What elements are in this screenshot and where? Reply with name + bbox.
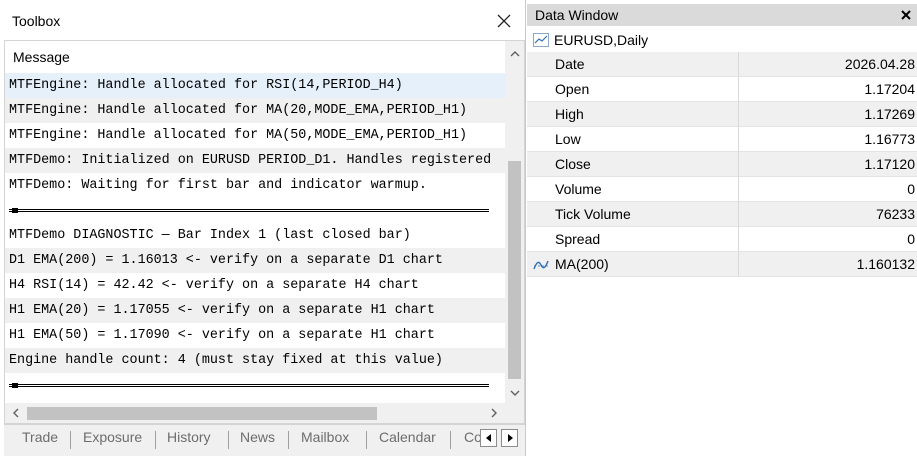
indicator-line-icon [533,258,549,274]
column-divider [738,152,739,177]
tab-exposure[interactable]: Exposure [83,429,142,445]
tab-trade[interactable]: Trade [22,429,58,445]
data-row-label: Date [555,56,585,72]
column-divider [738,127,739,152]
column-divider [738,202,739,227]
data-row-value: 2026.04.28 [844,56,915,72]
column-divider [738,77,739,102]
indicator-value: 1.160132 [856,256,915,272]
message-row[interactable]: H1 EMA(20) = 1.17055 <- verify on a sepa… [5,298,505,323]
messages-view: Message MTFEngine: Handle allocated for … [4,40,525,424]
data-row-label: Volume [555,181,602,197]
column-divider [738,252,739,277]
tab-divider [450,431,451,449]
toolbox-tab-bar: Trade Exposure History News Mailbox Cale… [4,424,525,456]
data-row[interactable]: Tick Volume 76233 [527,202,917,227]
column-divider [738,177,739,202]
message-row[interactable]: MTFDemo: Initialized on EURUSD PERIOD_D1… [5,148,505,173]
data-row[interactable]: Low 1.16773 [527,127,917,152]
tab-divider [288,431,289,449]
symbol-name: EURUSD,Daily [554,32,649,48]
data-row-label: Open [555,81,590,97]
message-row[interactable]: MTFEngine: Handle allocated for MA(20,MO… [5,98,505,123]
message-separator[interactable] [5,198,505,223]
scroll-left-arrow-icon[interactable] [7,403,25,423]
tab-scroll-right-icon[interactable] [501,429,518,447]
tab-calendar[interactable]: Calendar [379,429,436,445]
data-window-titlebar[interactable]: Data Window [527,4,917,26]
toolbox-panel: Toolbox Message MTFEngine: Handle alloca… [0,0,526,456]
scroll-up-arrow-icon[interactable] [505,45,524,63]
tab-scroll-left-icon[interactable] [480,429,497,447]
separator-marker [12,383,18,388]
data-window-panel: Data Window EURUSD,Daily Date 2026.04.28 O… [527,0,917,456]
data-row-label: Tick Volume [555,206,631,222]
tab-divider [155,431,156,449]
tab-divider [70,431,71,449]
message-row[interactable]: MTFEngine: Handle allocated for RSI(14,P… [5,73,505,98]
data-row-value: 1.17120 [864,156,915,172]
message-row[interactable]: MTFDemo DIAGNOSTIC — Bar Index 1 (last c… [5,223,505,248]
scrollbar-corner [505,403,524,423]
data-row[interactable]: High 1.17269 [527,102,917,127]
tab-news[interactable]: News [240,429,275,445]
column-divider [738,52,739,77]
separator-line [9,209,489,212]
data-row-label: High [555,106,584,122]
data-row-value: 0 [907,231,915,247]
data-row-value: 1.17269 [864,106,915,122]
message-row[interactable]: H1 EMA(50) = 1.17090 <- verify on a sepa… [5,323,505,348]
close-icon[interactable] [899,8,913,22]
column-divider [738,102,739,127]
symbol-row: EURUSD,Daily [527,28,917,52]
tab-history[interactable]: History [167,429,211,445]
data-window-title: Data Window [535,7,619,23]
tab-divider [366,431,367,449]
message-row[interactable]: MTFDemo: Waiting for first bar and indic… [5,173,505,198]
horizontal-scrollbar[interactable] [5,403,505,423]
data-row-value: 1.16773 [864,131,915,147]
data-row-value: 76233 [876,206,915,222]
data-window-table: Date 2026.04.28 Open 1.17204 High 1.17269 Low 1… [527,52,917,277]
data-row[interactable]: Close 1.17120 [527,152,917,177]
separator-line [9,384,489,387]
separator-marker [12,208,18,213]
indicator-label: MA(200) [555,256,609,272]
toolbox-title: Toolbox [12,13,61,29]
horizontal-scroll-thumb[interactable] [27,407,377,420]
data-row-label: Low [555,131,581,147]
indicator-row[interactable]: MA(200) 1.160132 [527,252,917,277]
tab-divider [228,431,229,449]
message-list: MTFEngine: Handle allocated for RSI(14,P… [5,73,505,403]
close-icon[interactable] [494,11,514,31]
message-row[interactable]: MTFEngine: Handle allocated for MA(50,MO… [5,123,505,148]
tab-mailbox[interactable]: Mailbox [301,429,349,445]
data-row-value: 1.17204 [864,81,915,97]
data-row[interactable]: Spread 0 [527,227,917,252]
message-row[interactable]: H4 RSI(14) = 42.42 <- verify on a separa… [5,273,505,298]
vertical-scrollbar[interactable] [505,41,524,403]
data-row-label: Close [555,156,591,172]
data-row-label: Spread [555,231,601,247]
vertical-scroll-thumb[interactable] [508,161,521,379]
message-column-header[interactable]: Message [5,41,505,73]
column-divider [738,227,739,252]
message-separator[interactable] [5,373,505,398]
scroll-right-arrow-icon[interactable] [485,403,503,423]
scroll-down-arrow-icon[interactable] [505,384,524,402]
data-row-value: 0 [907,181,915,197]
data-row[interactable]: Open 1.17204 [527,77,917,102]
data-row[interactable]: Date 2026.04.28 [527,52,917,77]
message-row[interactable]: Engine handle count: 4 (must stay fixed … [5,348,505,373]
chart-line-icon [533,33,549,50]
data-row[interactable]: Volume 0 [527,177,917,202]
message-row[interactable]: D1 EMA(200) = 1.16013 <- verify on a sep… [5,248,505,273]
